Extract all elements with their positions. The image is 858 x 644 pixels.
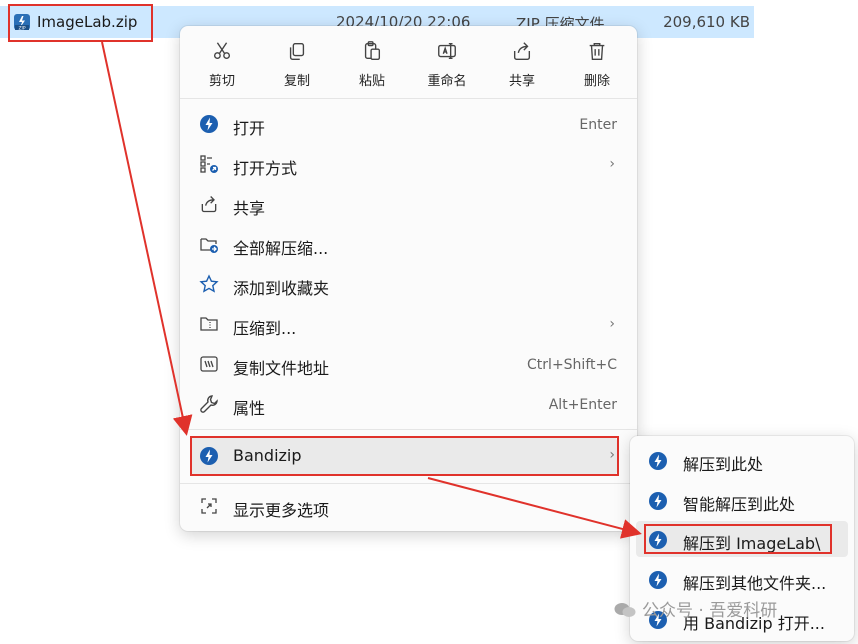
menu-item-open-label: 打开 [233,119,266,138]
paste-button[interactable]: 粘贴 [342,36,402,92]
menu-item-open-with-label: 打开方式 [233,159,298,178]
bandizip-icon [649,492,667,510]
menu-item-extract-all-label: 全部解压缩... [233,239,329,258]
submenu-item-smart-extract[interactable]: 智能解压到此处 [630,481,854,519]
compress-icon [200,317,218,331]
cut-button[interactable]: 剪切 [192,36,252,92]
menu-item-copy-path-shortcut: Ctrl+Shift+C [527,357,617,373]
paste-icon [364,41,381,60]
watermark-corner: 公众号 · 吾爱科研 [614,596,777,621]
bandizip-highlight-box [190,436,619,476]
menu-item-more-options[interactable]: 显示更多选项 [180,488,637,526]
rename-label: 重命名 [427,74,467,89]
menu-item-share-label: 共享 [233,199,266,218]
arrow-to-bandizip [101,41,193,436]
bandizip-icon [649,452,667,470]
open-with-icon [200,155,218,173]
wechat-icon [614,603,636,617]
menu-item-copy-path-label: 复制文件地址 [233,359,330,378]
chevron-right-icon: › [609,316,615,332]
share-icon [201,196,217,213]
star-icon [199,274,219,293]
submenu-item-extract-other[interactable]: 解压到其他文件夹... [630,560,854,598]
context-menu: 剪切 复制 粘贴 重命名 共享 删除 打开 Enter 打开方式 › 共享 全部… [180,26,637,531]
menu-item-compress-to[interactable]: 压缩到... › [180,306,637,344]
submenu-item-extract-here[interactable]: 解压到此处 [630,441,854,479]
wrench-icon [200,395,218,413]
menu-item-extract-all[interactable]: 全部解压缩... [180,226,637,264]
copy-button[interactable]: 复制 [267,36,327,92]
rename-icon [438,42,456,60]
watermark-corner-text: 公众号 · 吾爱科研 [642,601,778,621]
menu-item-share[interactable]: 共享 [180,186,637,224]
delete-label: 删除 [583,74,610,89]
more-options-icon [201,498,217,514]
menu-item-more-options-label: 显示更多选项 [233,501,330,520]
chevron-right-icon: › [609,156,615,172]
cut-icon [213,42,231,60]
share-label: 共享 [508,74,535,89]
share-button[interactable]: 共享 [492,36,552,92]
copy-icon [289,42,305,60]
cut-label: 剪切 [208,74,235,89]
menu-item-properties-shortcut: Alt+Enter [548,397,617,413]
menu-divider-bottom [180,483,637,484]
toolbar-divider [180,98,637,99]
menu-item-open-shortcut: Enter [579,117,617,133]
delete-button[interactable]: 删除 [567,36,627,92]
rename-button[interactable]: 重命名 [417,36,477,92]
bandizip-icon [649,571,667,589]
copy-label: 复制 [283,74,310,89]
menu-item-add-favorites-label: 添加到收藏夹 [233,279,330,298]
extract-to-folder-highlight-box [644,524,832,554]
paste-label: 粘贴 [358,74,385,89]
menu-item-open[interactable]: 打开 Enter [180,106,637,144]
share-icon [513,42,531,60]
extract-all-icon [200,238,218,253]
menu-item-copy-path[interactable]: 复制文件地址 Ctrl+Shift+C [180,346,637,384]
submenu-item-extract-here-label: 解压到此处 [683,455,764,474]
submenu-item-extract-other-label: 解压到其他文件夹... [683,574,827,593]
file-size: 209,610 KB [663,13,750,31]
delete-icon [589,42,605,60]
menu-item-properties-label: 属性 [233,399,266,418]
menu-item-compress-to-label: 压缩到... [233,319,297,338]
menu-item-properties[interactable]: 属性 Alt+Enter [180,386,637,424]
menu-item-open-with[interactable]: 打开方式 › [180,146,637,184]
submenu-item-smart-extract-label: 智能解压到此处 [683,495,796,514]
menu-item-add-favorites[interactable]: 添加到收藏夹 [180,266,637,304]
context-toolbar: 剪切 复制 粘贴 重命名 共享 删除 [180,26,637,98]
copy-path-icon [200,356,218,372]
file-name-highlight-box [8,4,153,42]
bandizip-icon [200,115,218,133]
menu-divider [180,429,637,430]
